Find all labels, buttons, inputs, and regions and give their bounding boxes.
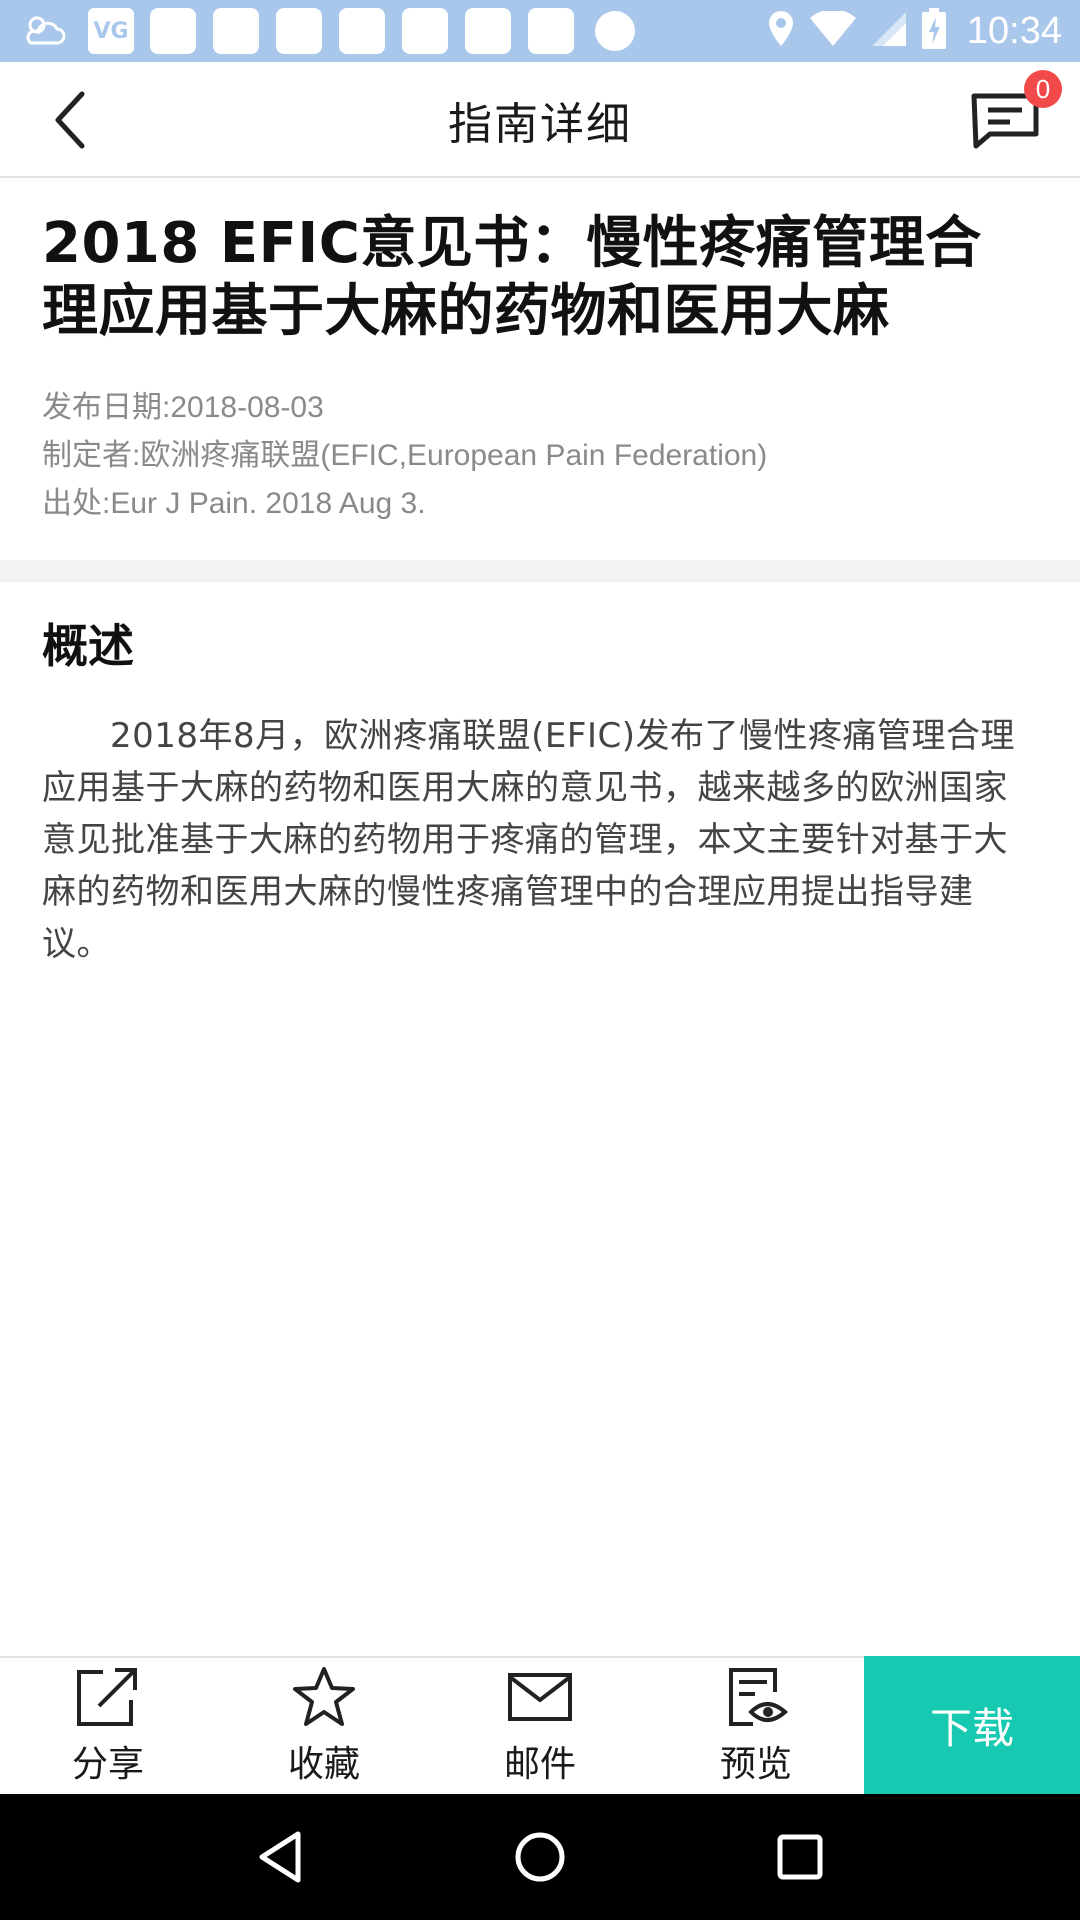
notification-icon (276, 8, 322, 54)
summary-section: 概述 2018年8月，欧洲疼痛联盟(EFIC)发布了慢性疼痛管理合理应用基于大麻… (0, 582, 1080, 970)
square-recents-icon (777, 1834, 823, 1880)
notification-icon (402, 8, 448, 54)
author: 制定者:欧洲疼痛联盟(EFIC,European Pain Federation… (42, 439, 768, 472)
preview-label: 预览 (719, 1744, 792, 1785)
notification-icon (528, 8, 574, 54)
vg-app-icon: VG (88, 8, 134, 54)
share-icon (73, 1665, 143, 1729)
section-divider (0, 560, 1080, 582)
status-bar: VG 10:34 (0, 0, 1080, 62)
location-icon (767, 10, 795, 52)
nav-back-button[interactable] (240, 1817, 320, 1897)
notification-icon (150, 8, 196, 54)
circle-home-icon (515, 1832, 565, 1882)
message-count-badge: 0 (1024, 70, 1062, 108)
preview-button[interactable]: 预览 (648, 1658, 864, 1794)
status-bar-left: VG (22, 8, 635, 54)
favorite-label: 收藏 (287, 1744, 360, 1785)
email-button[interactable]: 邮件 (432, 1658, 648, 1794)
email-label: 邮件 (503, 1744, 576, 1785)
wifi-icon (809, 9, 857, 51)
nav-recents-button[interactable] (760, 1817, 840, 1897)
preview-icon (721, 1665, 791, 1729)
action-bar: 分享 收藏 邮件 预览 下载 (0, 1656, 1080, 1794)
source: 出处:Eur J Pain. 2018 Aug 3. (42, 487, 426, 520)
summary-heading: 概述 (42, 619, 134, 673)
share-label: 分享 (71, 1744, 144, 1785)
document-title: 2018 EFIC意见书：慢性疼痛管理合理应用基于大麻的药物和医用大麻 (42, 211, 982, 344)
status-bar-right: 10:34 (767, 8, 1062, 54)
document-meta: 发布日期:2018-08-03 制定者:欧洲疼痛联盟(EFIC,European… (42, 384, 1038, 528)
mail-icon (505, 1665, 575, 1729)
publish-date: 发布日期:2018-08-03 (42, 391, 324, 424)
app-bar: 指南详细 (0, 62, 1080, 178)
battery-icon (921, 8, 947, 54)
star-icon (289, 1665, 359, 1729)
screen: VG 10:34 指南详细 0 2018 EFIC意见书：慢性疼痛管理合理应用基… (0, 0, 1080, 1920)
share-button[interactable]: 分享 (0, 1658, 216, 1794)
nav-home-button[interactable] (500, 1817, 580, 1897)
document-header: 2018 EFIC意见书：慢性疼痛管理合理应用基于大麻的药物和医用大麻 发布日期… (0, 180, 1080, 560)
page-title: 指南详细 (448, 99, 632, 150)
notification-dot-icon (595, 11, 635, 51)
system-nav-bar (0, 1794, 1080, 1920)
status-time: 10:34 (966, 9, 1062, 52)
favorite-button[interactable]: 收藏 (216, 1658, 432, 1794)
signal-icon (871, 11, 907, 51)
notification-icon (465, 8, 511, 54)
notification-icon (339, 8, 385, 54)
chevron-left-icon (55, 91, 85, 149)
notification-icon (213, 8, 259, 54)
triangle-back-icon (259, 1831, 301, 1883)
back-button[interactable] (40, 90, 100, 150)
download-button[interactable]: 下载 (864, 1656, 1080, 1794)
summary-body: 2018年8月，欧洲疼痛联盟(EFIC)发布了慢性疼痛管理合理应用基于大麻的药物… (42, 716, 1015, 964)
weather-icon (22, 11, 68, 51)
